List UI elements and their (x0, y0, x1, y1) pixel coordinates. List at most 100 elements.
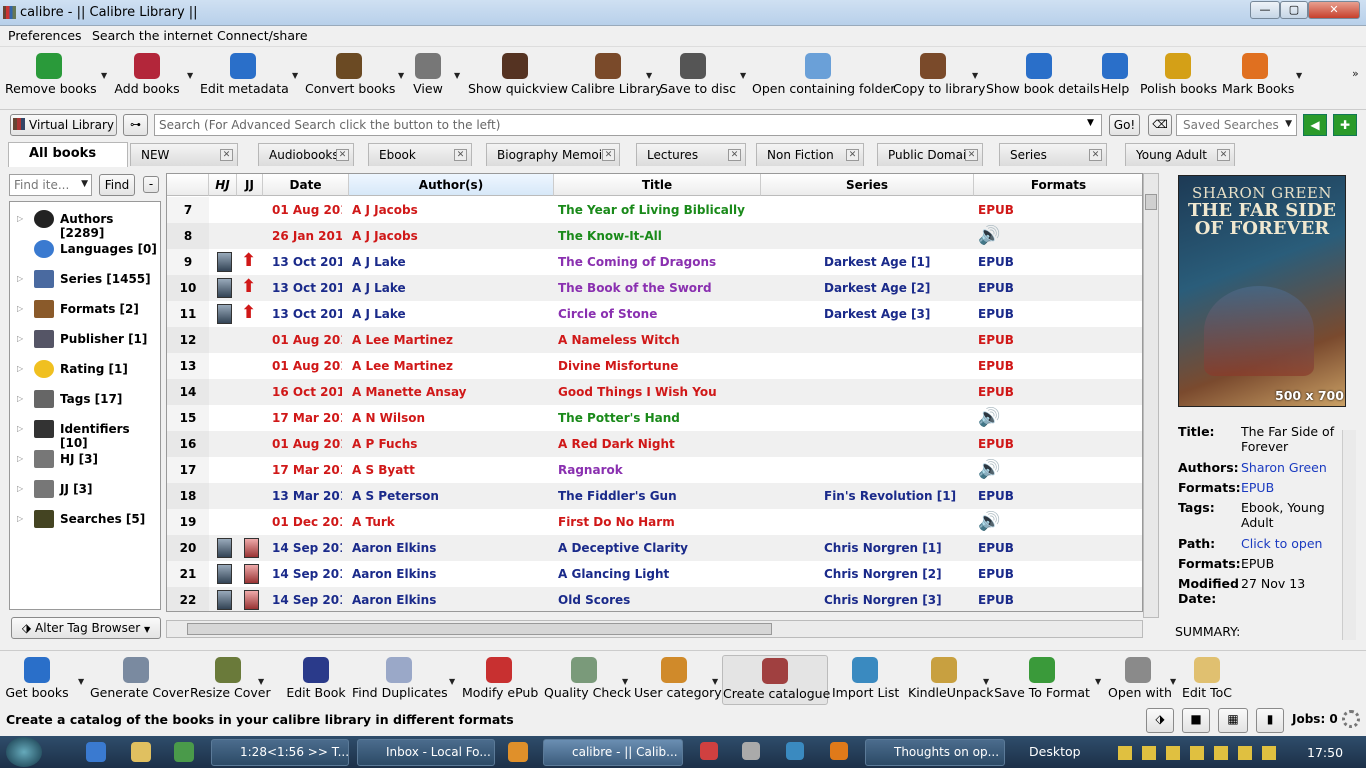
collapse-all-button[interactable]: - (143, 176, 159, 193)
toolbar2-user-category-button[interactable]: User category (634, 655, 722, 705)
chevron-down-icon[interactable]: ▼ (1170, 677, 1176, 686)
taskbar-item-inbox[interactable]: Inbox - Local Fo... (357, 739, 495, 766)
taskbar-item-firefox[interactable]: Thoughts on op... (865, 739, 1005, 766)
column-header-title[interactable]: Title (554, 174, 761, 196)
toolbar2-import-list-button[interactable]: Import List (832, 655, 899, 705)
details-scrollbar[interactable] (1342, 430, 1356, 640)
vlc-icon[interactable] (830, 742, 848, 760)
system-tray-icons[interactable] (1118, 746, 1278, 760)
tab-all-books[interactable]: All books (8, 142, 128, 167)
column-header-series[interactable]: Series (761, 174, 974, 196)
table-row[interactable]: 21 14 Sep 2013 Aaron Elkins A Glancing Ligh… (167, 561, 1142, 587)
expand-arrow-icon[interactable]: ▷ (17, 334, 23, 343)
tab-public-domain[interactable]: Public Domain ✕ (877, 143, 983, 166)
app-icon[interactable] (742, 742, 760, 760)
save-search-button[interactable]: ◀ (1303, 114, 1327, 136)
table-row[interactable]: 17 17 Mar 2013 A S Byatt Ragnarok 🔊 (167, 457, 1142, 483)
expand-arrow-icon[interactable]: ▷ (17, 214, 23, 223)
table-row[interactable]: 10 ⬆ 13 Oct 2013 A J Lake The Book of the Sw… (167, 275, 1142, 301)
toolbar2-cover-button[interactable]: Generate Cover (90, 655, 189, 705)
toolbar2-duplicates-button[interactable]: Find Duplicates (352, 655, 448, 705)
tag-browser-item[interactable]: ▷ Publisher [1] (10, 324, 160, 354)
tab-close-icon[interactable]: ✕ (454, 149, 467, 161)
toolbar2-save-format-button[interactable]: Save To Format (994, 655, 1090, 705)
column-header-authors[interactable]: Author(s) (349, 174, 554, 196)
tab-close-icon[interactable]: ✕ (846, 149, 859, 161)
tab-close-icon[interactable]: ✕ (728, 149, 741, 161)
toolbar-info-button[interactable]: Show book details (986, 51, 1100, 101)
cover-grid-toggle-button[interactable]: ▦ (1218, 708, 1248, 733)
chevron-down-icon[interactable]: ▼ (449, 677, 455, 686)
chevron-down-icon[interactable]: ▼ (972, 71, 978, 80)
toolbar2-quality-check-button[interactable]: Quality Check (544, 655, 631, 705)
chevron-down-icon[interactable]: ▼ (646, 71, 652, 80)
toolbar2-kindle-unpack-button[interactable]: KindleUnpack (908, 655, 993, 705)
chevron-down-icon[interactable]: ▼ (101, 71, 107, 80)
table-row[interactable]: 9 ⬆ 13 Oct 2013 A J Lake The Coming of Drago… (167, 249, 1142, 275)
expand-arrow-icon[interactable]: ▷ (17, 514, 23, 523)
table-row[interactable]: 7 01 Aug 2010 A J Jacobs The Year of Living… (167, 197, 1142, 223)
toolbar2-toc-button[interactable]: Edit ToC (1180, 655, 1234, 705)
expand-arrow-icon[interactable]: ▷ (17, 454, 23, 463)
table-row[interactable]: 16 01 Aug 2013 A P Fuchs A Red Dark Night EP… (167, 431, 1142, 457)
toolbar-help-button[interactable]: Help (1100, 51, 1130, 101)
chevron-down-icon[interactable]: ▼ (622, 677, 628, 686)
chevron-down-icon[interactable]: ▼ (187, 71, 193, 80)
desktop-toolbar[interactable]: Desktop (1029, 744, 1081, 759)
table-row[interactable]: 18 13 Mar 2011 A S Peterson The Fiddler's G… (167, 483, 1142, 509)
minimize-button[interactable]: — (1250, 1, 1280, 19)
chevron-down-icon[interactable]: ▼ (1296, 71, 1302, 80)
tab-close-icon[interactable]: ✕ (220, 149, 233, 161)
clock[interactable]: 17:50 (1307, 745, 1343, 760)
toolbar-add-book-button[interactable]: Add books (114, 51, 180, 101)
toolbar2-edit-book-button[interactable]: Edit Book (285, 655, 347, 705)
jobs-indicator[interactable]: Jobs: 0 (1292, 712, 1338, 726)
toolbar-binoculars-button[interactable]: Show quickview (468, 51, 568, 101)
toolbar-pin-button[interactable]: Mark Books (1222, 51, 1294, 101)
tag-find-button[interactable]: Find (99, 174, 135, 196)
menu-connect-share[interactable]: Connect/share (217, 28, 308, 43)
chevron-down-icon[interactable]: ▼ (740, 71, 746, 80)
tag-browser-item[interactable]: ▷ Series [1455] (10, 264, 160, 294)
go-button[interactable]: Go! (1109, 114, 1140, 136)
table-row[interactable]: 13 01 Aug 2013 A Lee Martinez Divine Misfor… (167, 353, 1142, 379)
column-header-hj[interactable]: HJ (209, 174, 237, 196)
table-row[interactable]: 15 17 Mar 2013 A N Wilson The Potter's Hand… (167, 405, 1142, 431)
detail-authors-link[interactable]: Sharon Green (1241, 460, 1351, 475)
tab-new[interactable]: NEW ✕ (130, 143, 238, 166)
tag-browser-item[interactable]: ▷ HJ [3] (10, 444, 160, 474)
table-row[interactable]: 12 01 Aug 2013 A Lee Martinez A Nameless Wi… (167, 327, 1142, 353)
hscroll-thumb[interactable] (187, 623, 772, 635)
chevron-down-icon[interactable]: ▼ (292, 71, 298, 80)
chevron-down-icon[interactable]: ▼ (1095, 677, 1101, 686)
taskbar-item-media[interactable]: 1:28<1:56 >> T... (211, 739, 349, 766)
toolbar2-resize-button[interactable]: Resize Cover (190, 655, 271, 705)
table-horizontal-scrollbar[interactable] (166, 620, 1143, 638)
toolbar-save-disc-button[interactable]: Save to disc (660, 51, 736, 101)
tag-browser-item[interactable]: ▷ Rating [1] (10, 354, 160, 384)
tag-browser-item[interactable]: ▷ Tags [17] (10, 384, 160, 414)
toolbar-copy-library-button[interactable]: Copy to library (893, 51, 985, 101)
toolbar-convert-button[interactable]: Convert books (305, 51, 395, 101)
tag-browser-item[interactable]: ▷ Searches [5] (10, 504, 160, 534)
virtual-library-button[interactable]: Virtual Library (10, 114, 117, 136)
chevron-down-icon[interactable]: ▼ (983, 677, 989, 686)
menu-search-internet[interactable]: Search the internet (92, 28, 213, 43)
tab-close-icon[interactable]: ✕ (1089, 149, 1102, 161)
expand-arrow-icon[interactable]: ▷ (17, 274, 23, 283)
app-icon[interactable] (174, 742, 194, 762)
tab-ebook[interactable]: Ebook ✕ (368, 143, 472, 166)
tag-browser-item[interactable]: ▷ Formats [2] (10, 294, 160, 324)
explorer-icon[interactable] (131, 742, 151, 762)
tab-close-icon[interactable]: ✕ (336, 149, 349, 161)
tab-close-icon[interactable]: ✕ (965, 149, 978, 161)
toolbar-folder-button[interactable]: Open containing folder (752, 51, 895, 101)
app-icon[interactable] (700, 742, 718, 760)
table-vertical-scrollbar[interactable] (1143, 173, 1159, 618)
chevron-down-icon[interactable]: ▼ (398, 71, 404, 80)
tag-browser-item[interactable]: ▷ Identifiers [10] (10, 414, 160, 450)
tab-audiobooks[interactable]: Audiobooks ✕ (258, 143, 354, 166)
table-row[interactable]: 22 14 Sep 2013 Aaron Elkins Old Scores Chris… (167, 587, 1142, 611)
tag-browser-toggle-button[interactable]: ⬗ (1146, 708, 1174, 733)
expand-arrow-icon[interactable]: ▷ (17, 484, 23, 493)
